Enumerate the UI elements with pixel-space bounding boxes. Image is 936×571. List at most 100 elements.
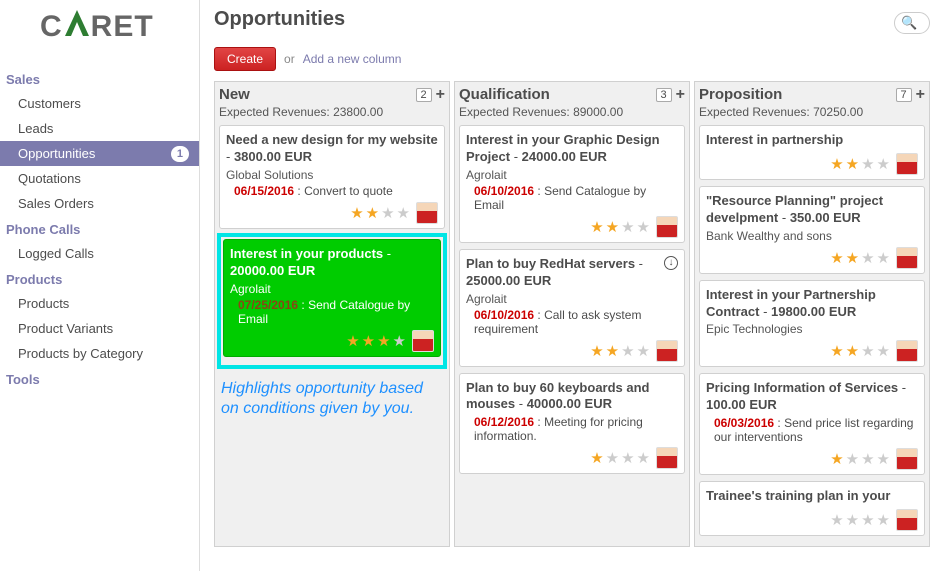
card-next-action: 07/25/2016 : Send Catalogue by Email [230,298,434,326]
avatar[interactable] [416,202,438,224]
nav-item[interactable]: Leads [0,116,199,141]
star-icon[interactable]: ★ [637,449,650,467]
column-title: Proposition [699,86,782,103]
column-add-icon[interactable]: + [676,88,685,102]
star-icon[interactable]: ★ [590,342,603,360]
star-icon[interactable]: ★ [590,449,603,467]
card-title: Interest in your products - 20000.00 EUR [230,246,434,280]
nav-item[interactable]: Customers [0,91,199,116]
star-icon[interactable]: ★ [621,218,634,236]
star-icon[interactable]: ★ [861,249,874,267]
avatar[interactable] [896,448,918,470]
card-download-icon[interactable]: ↓ [664,256,678,270]
star-icon[interactable]: ★ [606,449,619,467]
star-icon[interactable]: ★ [606,342,619,360]
opportunity-card[interactable]: "Resource Planning" project develpment -… [699,186,925,274]
avatar[interactable] [656,340,678,362]
star-icon[interactable]: ★ [366,204,379,222]
star-icon[interactable]: ★ [362,332,375,350]
avatar[interactable] [412,330,434,352]
nav-item[interactable]: Products by Category [0,341,199,366]
nav-section-title: Sales [0,66,199,91]
column-subtitle: Expected Revenues: 70250.00 [699,103,925,125]
opportunity-card[interactable]: Pricing Information of Services - 100.00… [699,373,925,475]
star-icon[interactable]: ★ [877,249,890,267]
card-company: Epic Technologies [706,322,918,336]
star-icon[interactable]: ★ [377,332,390,350]
star-icon[interactable]: ★ [590,218,603,236]
card-company: Agrolait [466,292,678,306]
star-icon[interactable]: ★ [877,450,890,468]
avatar[interactable] [896,509,918,531]
star-icon[interactable]: ★ [397,204,410,222]
star-icon[interactable]: ★ [877,511,890,529]
opportunity-card[interactable]: Interest in your Graphic Design Project … [459,125,685,243]
kanban-column: Qualification3+Expected Revenues: 89000.… [454,81,690,547]
nav-item[interactable]: Sales Orders [0,191,199,216]
column-add-icon[interactable]: + [916,88,925,102]
opportunity-card[interactable]: Trainee's training plan in your★★★★ [699,481,925,536]
toolbar-or: or [284,52,295,66]
card-footer: ★★★★ [466,340,678,362]
avatar[interactable] [896,340,918,362]
star-icon[interactable]: ★ [861,511,874,529]
annotation-text: Highlights opportunity based on conditio… [219,375,445,425]
star-icon[interactable]: ★ [393,332,406,350]
star-icon[interactable]: ★ [830,450,843,468]
avatar[interactable] [656,216,678,238]
star-icon[interactable]: ★ [830,511,843,529]
star-icon[interactable]: ★ [846,511,859,529]
star-icon[interactable]: ★ [637,342,650,360]
card-footer: ★★★★ [226,202,438,224]
star-icon[interactable]: ★ [606,218,619,236]
card-footer: ★★★★ [706,509,918,531]
opportunity-card[interactable]: ↓Plan to buy RedHat servers - 25000.00 E… [459,249,685,367]
page-title: Opportunities [214,4,345,41]
star-icon[interactable]: ★ [861,155,874,173]
star-icon[interactable]: ★ [861,342,874,360]
logo-text-pre: C [40,10,63,44]
star-icon[interactable]: ★ [846,450,859,468]
star-icon[interactable]: ★ [346,332,359,350]
star-icon[interactable]: ★ [637,218,650,236]
star-icon[interactable]: ★ [846,249,859,267]
card-company: Agrolait [230,282,434,296]
create-button[interactable]: Create [214,47,276,71]
nav-item[interactable]: Logged Calls [0,241,199,266]
column-add-icon[interactable]: + [436,88,445,102]
star-icon[interactable]: ★ [861,450,874,468]
opportunity-card[interactable]: Interest in your Partnership Contract - … [699,280,925,368]
star-icon[interactable]: ★ [830,155,843,173]
search-input[interactable]: 🔍 [894,12,930,34]
card-date: 06/15/2016 [234,184,294,198]
nav-item[interactable]: Products [0,291,199,316]
nav: SalesCustomersLeadsOpportunities1Quotati… [0,66,199,391]
card-date: 06/12/2016 [474,415,534,429]
logo-text-post: RET [91,10,154,44]
nav-item[interactable]: Quotations [0,166,199,191]
nav-item[interactable]: Product Variants [0,316,199,341]
opportunity-card[interactable]: Interest in partnership★★★★ [699,125,925,180]
star-icon[interactable]: ★ [877,155,890,173]
avatar[interactable] [656,447,678,469]
star-icon[interactable]: ★ [846,155,859,173]
card-footer: ★★★★ [706,247,918,269]
card-title: Pricing Information of Services - 100.00… [706,380,918,414]
star-icon[interactable]: ★ [350,204,363,222]
opportunity-card[interactable]: Need a new design for my website - 3800.… [219,125,445,229]
avatar[interactable] [896,153,918,175]
star-icon[interactable]: ★ [381,204,394,222]
card-footer: ★★★★ [466,216,678,238]
card-next-action: 06/10/2016 : Call to ask system requirem… [466,308,678,336]
star-icon[interactable]: ★ [830,249,843,267]
opportunity-card[interactable]: Plan to buy 60 keyboards and mouses - 40… [459,373,685,475]
star-icon[interactable]: ★ [830,342,843,360]
opportunity-card[interactable]: Interest in your products - 20000.00 EUR… [223,239,441,357]
add-column-link[interactable]: Add a new column [303,52,402,66]
star-icon[interactable]: ★ [877,342,890,360]
avatar[interactable] [896,247,918,269]
star-icon[interactable]: ★ [621,342,634,360]
star-icon[interactable]: ★ [621,449,634,467]
star-icon[interactable]: ★ [846,342,859,360]
nav-item[interactable]: Opportunities1 [0,141,199,166]
